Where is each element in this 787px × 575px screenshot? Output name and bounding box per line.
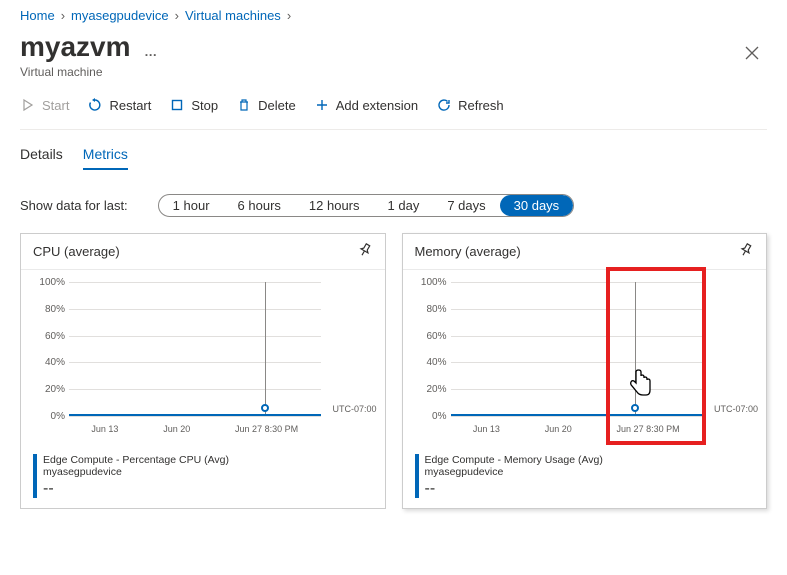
breadcrumb-vms[interactable]: Virtual machines — [185, 8, 281, 23]
trash-icon — [236, 97, 252, 113]
legend-value: -- — [43, 480, 229, 498]
timezone-label: UTC-07:00 — [714, 404, 758, 414]
refresh-label: Refresh — [458, 98, 504, 113]
add-extension-label: Add extension — [336, 98, 418, 113]
chart-hover-line — [635, 282, 636, 416]
y-label: 80% — [415, 304, 447, 315]
refresh-button[interactable]: Refresh — [436, 97, 504, 113]
x-label: Jun 27 8:30 PM — [235, 424, 298, 434]
tab-metrics[interactable]: Metrics — [83, 146, 128, 170]
y-label: 40% — [415, 357, 447, 368]
toolbar: Start Restart Stop Delete Add extension … — [20, 97, 767, 130]
legend-subtitle: myasegpudevice — [425, 466, 603, 478]
pin-icon[interactable] — [738, 242, 754, 261]
timezone-label: UTC-07:00 — [332, 404, 376, 414]
pill-30d[interactable]: 30 days — [500, 195, 574, 216]
data-line — [69, 414, 321, 416]
add-extension-button[interactable]: Add extension — [314, 97, 418, 113]
pill-7d[interactable]: 7 days — [433, 195, 499, 216]
y-label: 40% — [33, 357, 65, 368]
memory-chart[interactable]: 100% 80% 60% 40% 20% 0% Jun 13 Jun 20 Ju… — [403, 270, 767, 450]
start-button: Start — [20, 97, 69, 113]
cpu-card-title: CPU (average) — [33, 244, 120, 259]
chevron-right-icon: › — [61, 8, 65, 23]
x-label: Jun 27 8:30 PM — [617, 424, 680, 434]
tabs: Details Metrics — [20, 146, 767, 170]
y-label: 100% — [33, 277, 65, 288]
delete-button[interactable]: Delete — [236, 97, 296, 113]
legend-color-bar — [33, 454, 37, 498]
play-icon — [20, 97, 36, 113]
breadcrumb: Home › myasegpudevice › Virtual machines… — [20, 8, 767, 23]
chevron-right-icon: › — [175, 8, 179, 23]
data-point-marker — [631, 404, 639, 412]
y-label: 100% — [415, 277, 447, 288]
close-button[interactable] — [737, 42, 767, 69]
stop-label: Stop — [191, 98, 218, 113]
stop-button[interactable]: Stop — [169, 97, 218, 113]
y-label: 80% — [33, 304, 65, 315]
data-point-marker — [261, 404, 269, 412]
title-row: myazvm … Virtual machine — [20, 31, 767, 79]
plus-icon — [314, 97, 330, 113]
more-menu-button[interactable]: … — [144, 44, 157, 59]
pin-icon[interactable] — [357, 242, 373, 261]
pill-6h[interactable]: 6 hours — [224, 195, 295, 216]
x-label: Jun 20 — [545, 424, 572, 434]
restart-label: Restart — [109, 98, 151, 113]
metric-cards: CPU (average) 100% 80% 60% 40% 20% 0% Ju… — [20, 233, 767, 509]
time-filter-label: Show data for last: — [20, 198, 128, 213]
data-line — [451, 414, 703, 416]
close-icon — [745, 46, 759, 60]
restart-button[interactable]: Restart — [87, 97, 151, 113]
y-label: 0% — [33, 411, 65, 422]
pill-1d[interactable]: 1 day — [374, 195, 434, 216]
legend-subtitle: myasegpudevice — [43, 466, 229, 478]
legend-value: -- — [425, 480, 603, 498]
y-label: 20% — [33, 384, 65, 395]
legend-title: Edge Compute - Percentage CPU (Avg) — [43, 454, 229, 466]
memory-card-title: Memory (average) — [415, 244, 521, 259]
cpu-legend: Edge Compute - Percentage CPU (Avg) myas… — [21, 450, 385, 508]
pill-12h[interactable]: 12 hours — [295, 195, 374, 216]
x-axis-labels: Jun 13 Jun 20 Jun 27 8:30 PM — [69, 424, 321, 434]
restart-icon — [87, 97, 103, 113]
page-subtitle: Virtual machine — [20, 65, 157, 79]
time-range-selector[interactable]: 1 hour 6 hours 12 hours 1 day 7 days 30 … — [158, 194, 575, 217]
tab-details[interactable]: Details — [20, 146, 63, 170]
y-label: 60% — [415, 331, 447, 342]
refresh-icon — [436, 97, 452, 113]
breadcrumb-device[interactable]: myasegpudevice — [71, 8, 169, 23]
memory-card: Memory (average) 100% 80% 60% 40% 20% 0%… — [402, 233, 768, 509]
time-filter-row: Show data for last: 1 hour 6 hours 12 ho… — [20, 194, 767, 217]
memory-legend: Edge Compute - Memory Usage (Avg) myaseg… — [403, 450, 767, 508]
x-label: Jun 13 — [91, 424, 118, 434]
cpu-chart[interactable]: 100% 80% 60% 40% 20% 0% Jun 13 Jun 20 Ju… — [21, 270, 385, 450]
chevron-right-icon: › — [287, 8, 291, 23]
pill-1h[interactable]: 1 hour — [159, 195, 224, 216]
cpu-card: CPU (average) 100% 80% 60% 40% 20% 0% Ju… — [20, 233, 386, 509]
y-label: 60% — [33, 331, 65, 342]
start-label: Start — [42, 98, 69, 113]
legend-color-bar — [415, 454, 419, 498]
chart-hover-line — [265, 282, 266, 416]
x-label: Jun 20 — [163, 424, 190, 434]
y-label: 0% — [415, 411, 447, 422]
x-axis-labels: Jun 13 Jun 20 Jun 27 8:30 PM — [451, 424, 703, 434]
y-label: 20% — [415, 384, 447, 395]
delete-label: Delete — [258, 98, 296, 113]
stop-icon — [169, 97, 185, 113]
page-title: myazvm — [20, 31, 131, 63]
breadcrumb-home[interactable]: Home — [20, 8, 55, 23]
legend-title: Edge Compute - Memory Usage (Avg) — [425, 454, 603, 466]
x-label: Jun 13 — [473, 424, 500, 434]
